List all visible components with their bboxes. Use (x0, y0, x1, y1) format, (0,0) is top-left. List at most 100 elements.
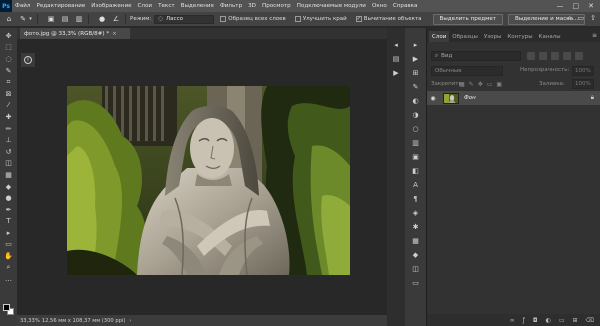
new-layer-icon[interactable]: ⊞ (572, 317, 577, 324)
select-subject-button[interactable]: Выделить предмет (432, 13, 504, 25)
home-icon[interactable]: ⌂ (4, 14, 14, 24)
character-icon[interactable]: A (411, 180, 421, 190)
menu-layers[interactable]: Слои (135, 3, 156, 9)
eyedropper-tool-icon[interactable]: ⁄ (3, 100, 15, 110)
menu-filter[interactable]: Фильтр (217, 3, 245, 9)
gradient-tool-icon[interactable]: ▦ (3, 170, 15, 180)
comments-icon[interactable]: ▭ (411, 278, 421, 288)
marquee-tool-icon[interactable]: ⬚ (3, 42, 15, 52)
status-arrow-icon[interactable]: › (129, 318, 131, 324)
paragraph-icon[interactable]: ¶ (411, 194, 421, 204)
healing-brush-tool-icon[interactable]: ✚ (3, 112, 15, 122)
tab-channels[interactable]: Каналы (536, 31, 564, 42)
visibility-eye-icon[interactable]: ◉ (427, 95, 439, 102)
maximize-button[interactable]: □ (573, 2, 580, 10)
adjustment-filter-icon[interactable] (539, 52, 547, 60)
quick-selection-tool-icon[interactable]: ✎ (3, 66, 15, 76)
menu-help[interactable]: Справка (390, 3, 421, 9)
pixel-filter-icon[interactable] (527, 52, 535, 60)
psd-icon[interactable]: ▣ (411, 152, 421, 162)
link-layers-icon[interactable]: ∞ (510, 317, 515, 324)
path-selection-tool-icon[interactable]: ▸ (3, 228, 15, 238)
history-icon[interactable]: ▤ (391, 54, 401, 64)
libraries-icon[interactable]: ○ (411, 124, 421, 134)
document-tab[interactable]: фото.jpg @ 33,3% (RGB/8#) * × (20, 28, 130, 39)
lock-position-icon[interactable]: ✥ (478, 81, 483, 88)
blur-tool-icon[interactable]: ◆ (3, 182, 15, 192)
menu-view[interactable]: Просмотр (259, 3, 294, 9)
sample-all-layers-checkbox[interactable] (220, 16, 227, 22)
tab-layers[interactable]: Слои (429, 31, 450, 42)
document-image[interactable] (67, 86, 350, 275)
expand-panels-icon[interactable]: ▸ (411, 40, 421, 50)
lock-transparent-icon[interactable]: ▦ (459, 81, 465, 88)
tab-swatches[interactable]: Образцы (449, 31, 481, 42)
rectangle-tool-icon[interactable]: ▭ (3, 239, 15, 249)
properties-toggle-button[interactable]: i (21, 53, 35, 67)
menu-plugins[interactable]: Подключаемые модули (294, 3, 369, 9)
close-window-button[interactable]: ✕ (588, 2, 594, 10)
brush-settings-icon[interactable]: ✎ (411, 82, 421, 92)
shapes-icon[interactable]: ◆ (411, 250, 421, 260)
panel-menu-icon[interactable]: ≡ (592, 32, 600, 39)
share-icon[interactable]: ⇧ (590, 14, 596, 23)
delete-layer-icon[interactable]: ⌫ (586, 317, 594, 324)
crop-tool-icon[interactable]: ⌗ (3, 77, 15, 87)
brush-size-icon[interactable]: ● (97, 14, 107, 24)
move-tool-icon[interactable]: ✥ (3, 31, 15, 41)
mode-select[interactable]: ◌ Лассо (154, 14, 215, 24)
zoom-level[interactable]: 33,33% (20, 318, 40, 324)
learn-icon[interactable]: ▥ (411, 138, 421, 148)
enhance-edge-checkbox[interactable] (294, 16, 301, 22)
workspace-icon[interactable]: ▭ (578, 14, 585, 23)
pen-tool-icon[interactable]: ✒ (3, 205, 15, 215)
tab-patterns[interactable]: Узоры (481, 31, 504, 42)
search-icon[interactable]: ⌕ (568, 14, 572, 23)
blend-mode-select[interactable]: Обычные (431, 66, 503, 76)
foreground-color-swatch[interactable] (3, 304, 10, 311)
new-selection-icon[interactable]: ▣ (46, 14, 56, 24)
menu-3d[interactable]: 3D (245, 3, 259, 9)
dodge-tool-icon[interactable]: ● (3, 193, 15, 203)
shape-filter-icon[interactable] (563, 52, 571, 60)
type-tool-icon[interactable]: T (3, 216, 15, 226)
layer-filter-select[interactable]: ⌕ Вид (431, 51, 521, 61)
menu-type[interactable]: Текст (155, 3, 178, 9)
layer-style-icon[interactable]: ƒ (523, 317, 525, 324)
arrange-icon[interactable]: ◂ (391, 40, 401, 50)
lock-artboard-icon[interactable]: ▭ (487, 81, 493, 88)
menu-image[interactable]: Изображение (88, 3, 134, 9)
adjustment-layer-icon[interactable]: ◐ (546, 317, 551, 324)
layer-row[interactable]: ◉ Фон 🔒︎ (427, 91, 600, 105)
glyphs-icon[interactable]: ◈ (411, 208, 421, 218)
fill-field[interactable]: 100% (572, 79, 594, 89)
history-brush-tool-icon[interactable]: ↺ (3, 147, 15, 157)
styles-icon[interactable]: ◧ (411, 166, 421, 176)
subtract-from-selection-icon[interactable]: ▥ (74, 14, 84, 24)
tab-paths[interactable]: Контуры (504, 31, 535, 42)
menu-select[interactable]: Выделение (178, 3, 217, 9)
play-icon[interactable]: ▶ (411, 54, 421, 64)
actions-icon[interactable]: ▶ (391, 68, 401, 78)
opacity-field[interactable]: 100% (572, 66, 594, 76)
close-tab-icon[interactable]: × (112, 31, 117, 37)
color-icon[interactable]: ◐ (411, 96, 421, 106)
angle-icon[interactable]: ∠ (111, 14, 121, 24)
properties-icon[interactable]: ◫ (411, 264, 421, 274)
gradients-icon[interactable]: ▦ (411, 236, 421, 246)
lasso-tool-icon[interactable]: ◌ (3, 54, 15, 64)
adjustments-icon[interactable]: ◑ (411, 110, 421, 120)
brush-tool-icon[interactable]: ✏ (3, 124, 15, 134)
paths-icon[interactable]: ⊞ (411, 68, 421, 78)
brushes-icon[interactable]: ✱ (411, 222, 421, 232)
frame-tool-icon[interactable]: ⊠ (3, 89, 15, 99)
zoom-tool-icon[interactable]: ⌕ (3, 263, 15, 273)
new-group-icon[interactable]: ▭ (559, 317, 565, 324)
smart-object-filter-icon[interactable] (575, 52, 583, 60)
eraser-tool-icon[interactable]: ◫ (3, 158, 15, 168)
subtract-object-checkbox[interactable]: ✓ (355, 16, 362, 22)
lock-all-icon[interactable]: ▣ (496, 81, 502, 88)
add-to-selection-icon[interactable]: ▤ (60, 14, 70, 24)
menu-window[interactable]: Окно (369, 3, 390, 9)
lock-image-icon[interactable]: ✎ (469, 81, 474, 88)
